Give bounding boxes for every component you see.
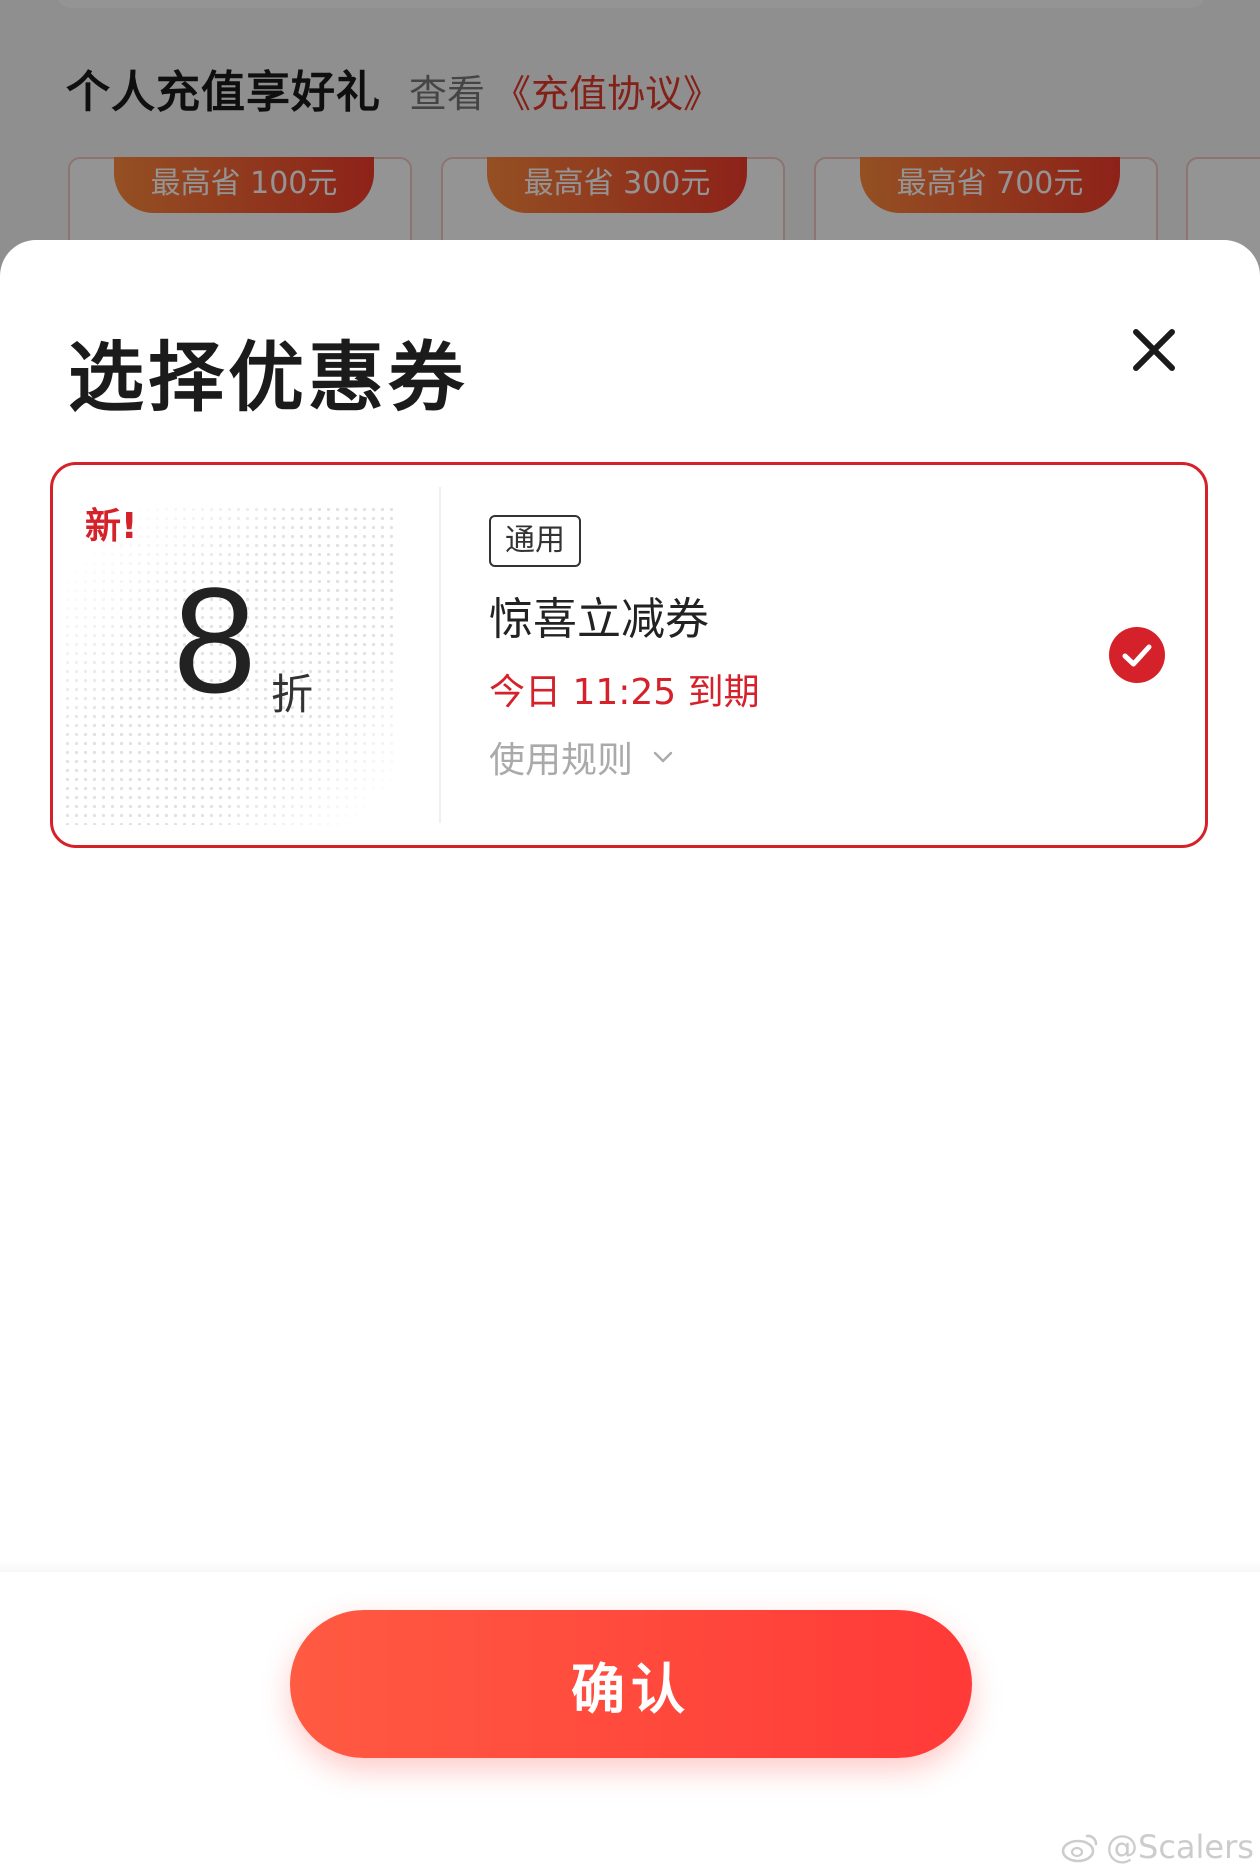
- close-icon: [1133, 329, 1175, 371]
- check-circle-icon: [1109, 627, 1165, 683]
- sheet-footer: 确认: [0, 1572, 1260, 1871]
- confirm-button[interactable]: 确认: [290, 1610, 972, 1758]
- coupon-name: 惊喜立减券: [489, 594, 709, 645]
- coupon-selected-checkbox[interactable]: [1109, 627, 1165, 683]
- new-badge: 新!: [85, 506, 138, 547]
- coupon-card[interactable]: 新! 8 折 通用 惊喜立减券 今日 11:25 到期 使用规则: [50, 462, 1208, 848]
- coupon-expiry: 今日 11:25 到期: [489, 672, 760, 713]
- discount-value: 8: [173, 556, 257, 724]
- discount-unit: 折: [271, 670, 314, 719]
- coupon-scope-tag: 通用: [489, 515, 581, 567]
- weibo-logo-icon: [1061, 1834, 1098, 1863]
- watermark-text: @Scalers: [1106, 1828, 1254, 1866]
- footer-shadow: [0, 1560, 1260, 1572]
- coupon-discount-area: 新! 8 折: [53, 465, 439, 845]
- sheet-title: 选择优惠券: [68, 333, 468, 422]
- usage-rules-label: 使用规则: [489, 740, 634, 781]
- coupon-divider: [439, 487, 441, 823]
- watermark: @Scalers: [1060, 1828, 1254, 1866]
- usage-rules-toggle[interactable]: 使用规则: [489, 731, 675, 783]
- close-button[interactable]: [1124, 320, 1184, 380]
- chevron-down-icon: [653, 751, 673, 763]
